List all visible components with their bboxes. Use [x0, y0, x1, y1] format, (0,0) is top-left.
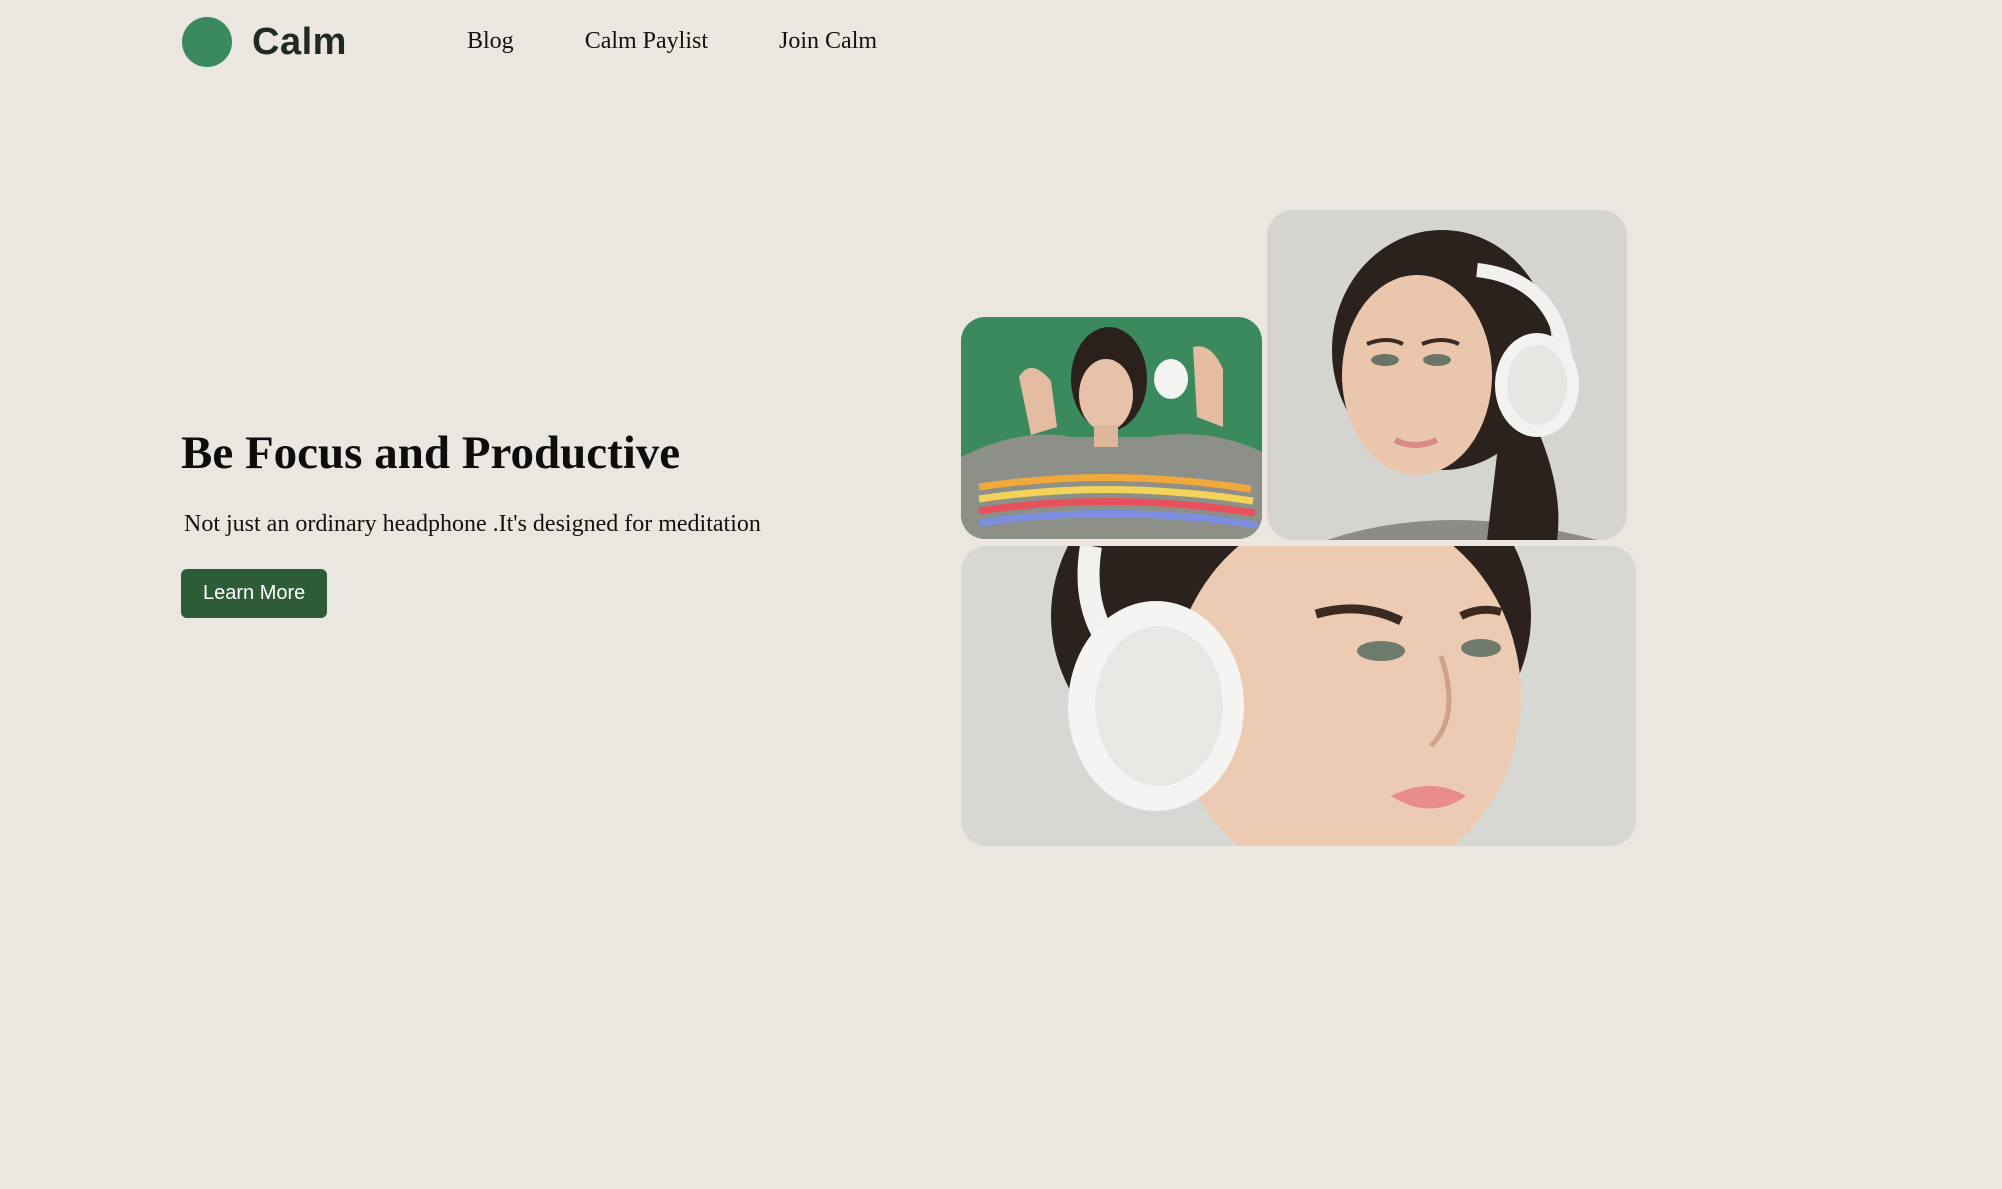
learn-more-button[interactable]: Learn More [181, 568, 328, 618]
hero-subtitle: Not just an ordinary headphone .It's des… [184, 510, 761, 537]
main-nav: Blog Calm Paylist Join Calm [467, 28, 948, 55]
photo-woman-green-background [961, 317, 1262, 539]
nav-item-calm-paylist[interactable]: Calm Paylist [585, 28, 708, 55]
brand-logo[interactable]: Calm [182, 17, 347, 67]
photo-woman-portrait [1267, 210, 1627, 540]
brand-name: Calm [252, 20, 347, 63]
hero-section: Be Focus and Productive Not just an ordi… [181, 427, 761, 618]
photo-woman-closeup [961, 546, 1636, 846]
logo-circle-icon [182, 17, 232, 67]
hero-title: Be Focus and Productive [181, 427, 681, 479]
nav-item-join-calm[interactable]: Join Calm [779, 28, 877, 55]
nav-item-blog[interactable]: Blog [467, 28, 514, 55]
